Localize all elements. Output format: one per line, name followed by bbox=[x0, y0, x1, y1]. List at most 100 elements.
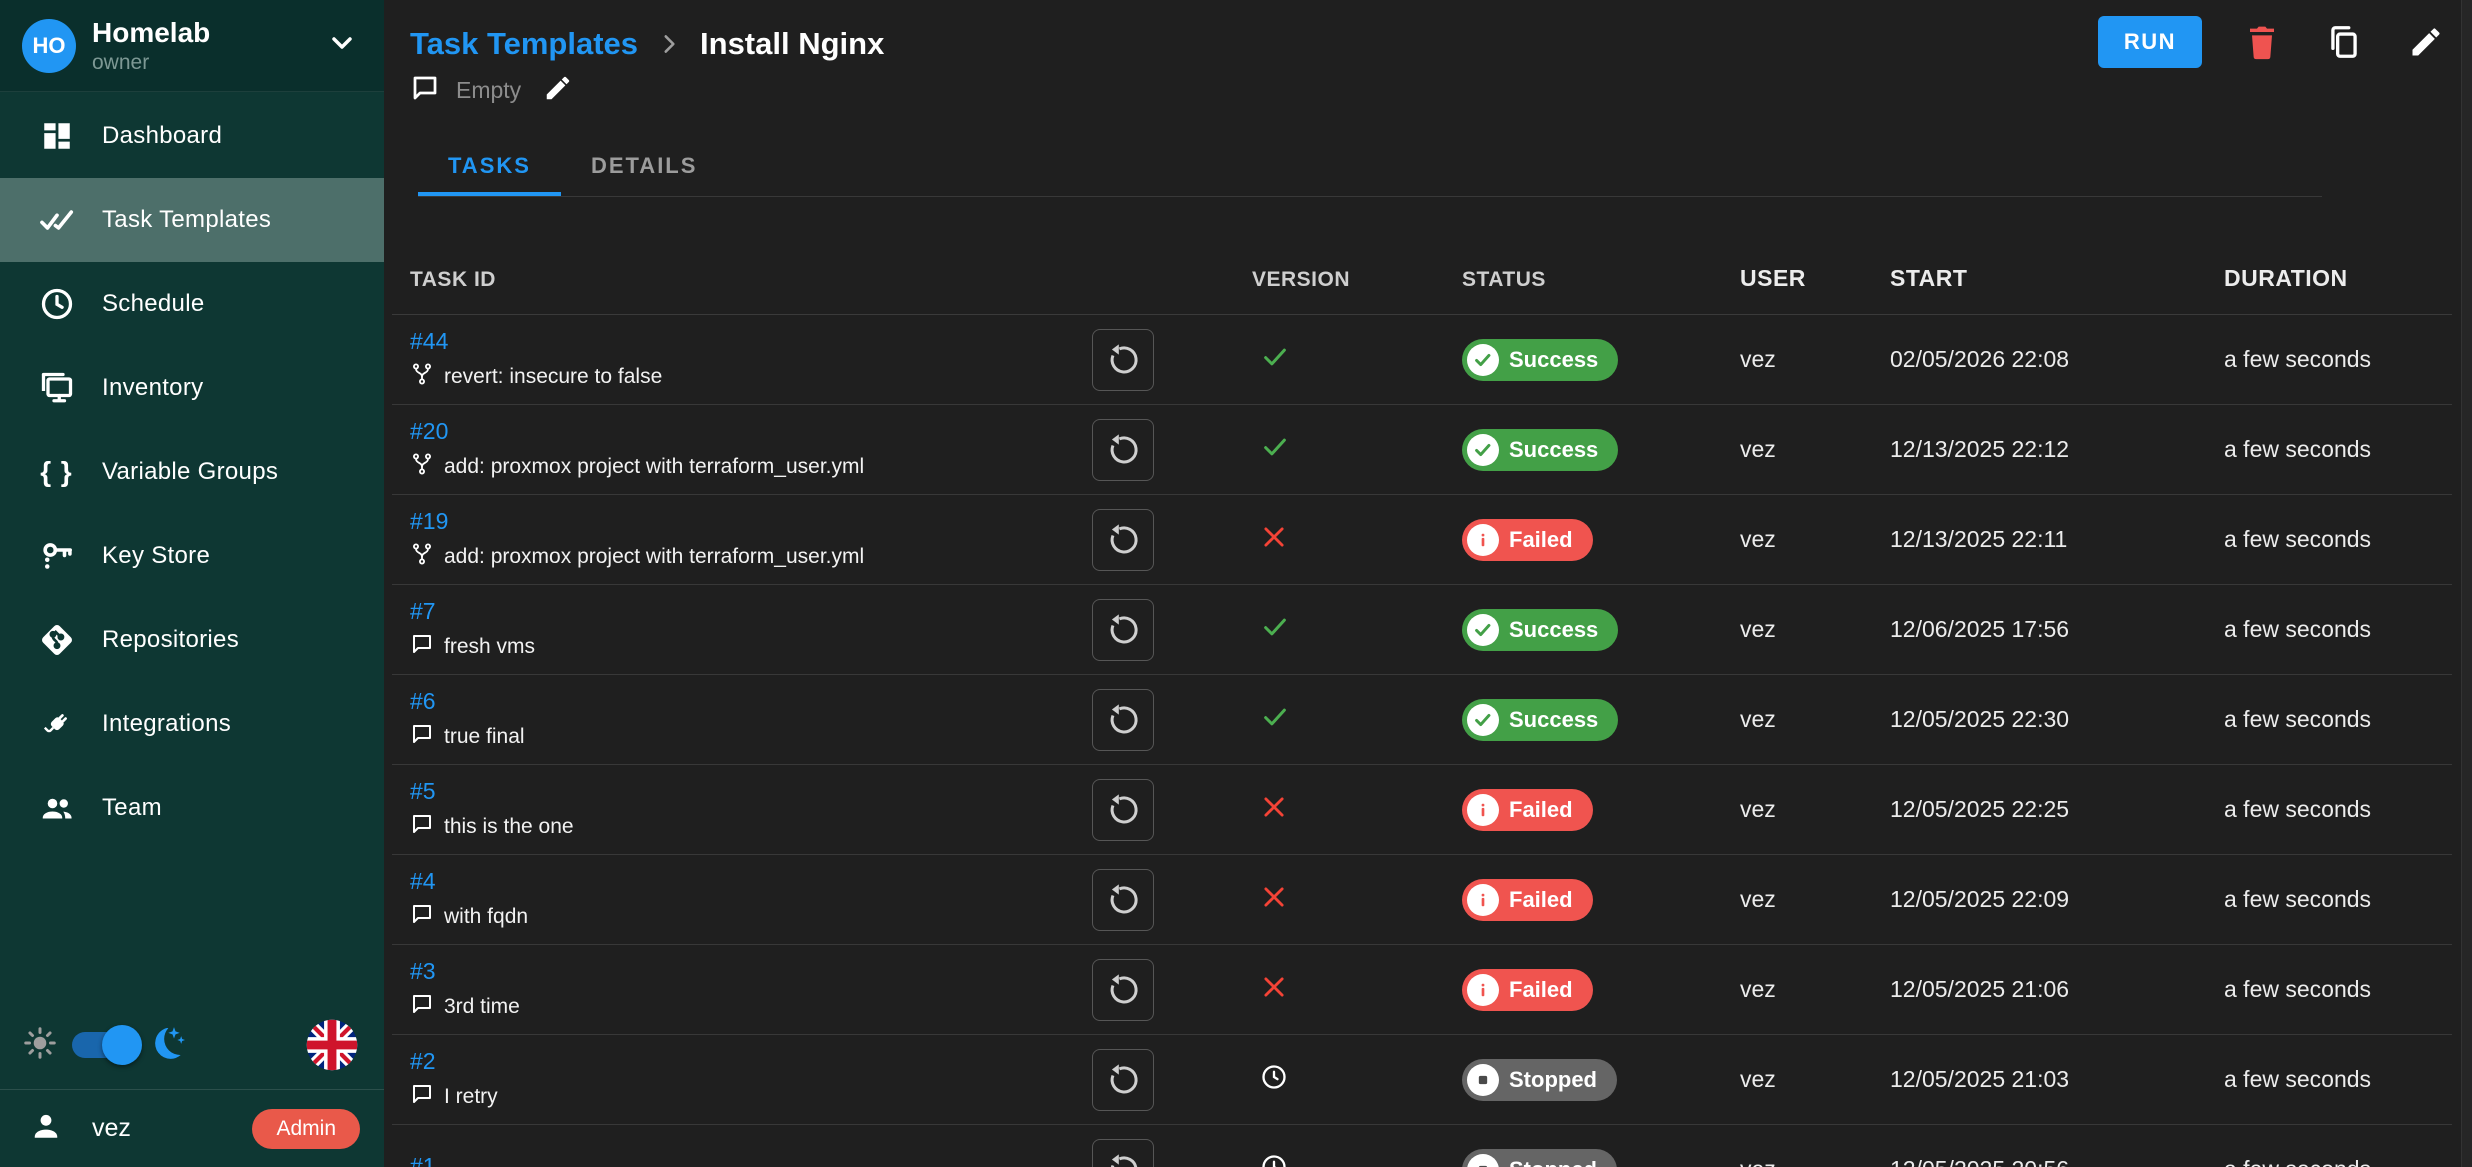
version-cell bbox=[1252, 315, 1462, 404]
status-badge-icon bbox=[1467, 974, 1499, 1006]
sidebar-item-dashboard[interactable]: Dashboard bbox=[0, 94, 384, 178]
edit-template-button[interactable] bbox=[2404, 20, 2448, 64]
rerun-task-button[interactable] bbox=[1092, 419, 1154, 481]
start-cell: 12/05/2025 21:03 bbox=[1890, 1035, 2224, 1124]
task-id-link[interactable]: #5 bbox=[410, 778, 436, 805]
task-id-cell: #5 this is the one bbox=[410, 765, 1092, 854]
task-id-cell: #1 bbox=[410, 1125, 1092, 1167]
version-fail-icon bbox=[1260, 883, 1288, 916]
version-cell bbox=[1252, 765, 1462, 854]
key-store-icon bbox=[38, 537, 76, 575]
scrollbar[interactable] bbox=[2461, 0, 2472, 1167]
sidebar-item-integrations[interactable]: Integrations bbox=[0, 682, 384, 766]
version-clock-icon bbox=[1260, 1063, 1288, 1096]
status-label: Success bbox=[1509, 707, 1598, 733]
comment-icon bbox=[410, 812, 434, 842]
tab-details[interactable]: DETAILS bbox=[561, 140, 727, 196]
schedule-icon bbox=[38, 285, 76, 323]
status-badge: Success bbox=[1462, 699, 1618, 741]
sidebar-item-schedule[interactable]: Schedule bbox=[0, 262, 384, 346]
task-history-table: TASK ID VERSION STATUS USER START DURATI… bbox=[392, 197, 2452, 1167]
duration-cell: a few seconds bbox=[2224, 495, 2452, 584]
sidebar-item-label: Schedule bbox=[102, 290, 204, 318]
version-ok-icon bbox=[1260, 342, 1290, 377]
start-cell: 02/05/2026 22:08 bbox=[1890, 315, 2224, 404]
task-id-link[interactable]: #1 bbox=[410, 1153, 436, 1167]
user-menu[interactable]: vez Admin bbox=[0, 1089, 384, 1167]
status-badge: Failed bbox=[1462, 519, 1593, 561]
tab-tasks[interactable]: TASKS bbox=[418, 140, 561, 196]
task-id-link[interactable]: #20 bbox=[410, 418, 448, 445]
language-flag-uk[interactable] bbox=[304, 1017, 360, 1073]
edit-description-icon[interactable] bbox=[543, 73, 573, 108]
status-label: Success bbox=[1509, 347, 1598, 373]
status-badge: Failed bbox=[1462, 969, 1593, 1011]
rerun-task-button[interactable] bbox=[1092, 329, 1154, 391]
sidebar-item-repositories[interactable]: Repositories bbox=[0, 598, 384, 682]
sidebar-item-inventory[interactable]: Inventory bbox=[0, 346, 384, 430]
rerun-task-button[interactable] bbox=[1092, 689, 1154, 751]
duration-cell: a few seconds bbox=[2224, 1035, 2452, 1124]
status-badge-icon bbox=[1467, 884, 1499, 916]
task-id-link[interactable]: #4 bbox=[410, 868, 436, 895]
table-row: #7 fresh vms bbox=[392, 585, 2452, 675]
inventory-icon bbox=[38, 369, 76, 407]
sidebar-item-variable-groups[interactable]: { } Variable Groups bbox=[0, 430, 384, 514]
comment-icon bbox=[410, 1082, 434, 1112]
delete-template-button[interactable] bbox=[2240, 20, 2284, 64]
commit-message: with fqdn bbox=[444, 905, 528, 929]
task-id-link[interactable]: #7 bbox=[410, 598, 436, 625]
status-label: Success bbox=[1509, 437, 1598, 463]
start-cell: 12/13/2025 22:12 bbox=[1890, 405, 2224, 494]
breadcrumb-task-templates-link[interactable]: Task Templates bbox=[410, 26, 638, 62]
task-id-cell: #2 I retry bbox=[410, 1035, 1092, 1124]
rerun-task-button[interactable] bbox=[1092, 509, 1154, 571]
status-badge-icon bbox=[1467, 1154, 1499, 1167]
chevron-down-icon bbox=[326, 27, 358, 64]
status-badge: Success bbox=[1462, 429, 1618, 471]
status-badge-icon bbox=[1467, 704, 1499, 736]
version-ok-icon bbox=[1260, 432, 1290, 467]
rerun-task-button[interactable] bbox=[1092, 869, 1154, 931]
breadcrumb: Task Templates Install Nginx bbox=[410, 20, 2322, 68]
sidebar-item-label: Repositories bbox=[102, 626, 239, 654]
version-fail-icon bbox=[1260, 523, 1288, 556]
version-cell bbox=[1252, 1035, 1462, 1124]
chevron-right-icon bbox=[656, 31, 682, 57]
commit-message: this is the one bbox=[444, 815, 574, 839]
task-id-link[interactable]: #3 bbox=[410, 958, 436, 985]
task-id-link[interactable]: #19 bbox=[410, 508, 448, 535]
rerun-task-button[interactable] bbox=[1092, 959, 1154, 1021]
task-id-link[interactable]: #6 bbox=[410, 688, 436, 715]
rerun-task-button[interactable] bbox=[1092, 779, 1154, 841]
main-content: Task Templates Install Nginx Empty RUN bbox=[384, 0, 2472, 1167]
rerun-task-button[interactable] bbox=[1092, 1049, 1154, 1111]
sidebar-item-team[interactable]: Team bbox=[0, 766, 384, 850]
task-id-cell: #7 fresh vms bbox=[410, 585, 1092, 674]
copy-template-button[interactable] bbox=[2322, 20, 2366, 64]
version-fail-icon bbox=[1260, 793, 1288, 826]
table-row: #44 revert: insecure to false bbox=[392, 315, 2452, 405]
sidebar-item-task-templates[interactable]: Task Templates bbox=[0, 178, 384, 262]
theme-switcher bbox=[0, 1001, 384, 1089]
rerun-task-button[interactable] bbox=[1092, 599, 1154, 661]
version-ok-icon bbox=[1260, 702, 1290, 737]
git-branch-icon bbox=[410, 542, 434, 572]
dark-mode-toggle[interactable] bbox=[72, 1032, 138, 1058]
task-id-cell: #3 3rd time bbox=[410, 945, 1092, 1034]
status-label: Failed bbox=[1509, 977, 1573, 1003]
sidebar-item-key-store[interactable]: Key Store bbox=[0, 514, 384, 598]
sidebar-item-label: Variable Groups bbox=[102, 458, 278, 486]
app-window: HO Homelab owner Dashboard Task Template… bbox=[0, 0, 2472, 1167]
start-cell: 12/05/2025 22:30 bbox=[1890, 675, 2224, 764]
status-badge: Failed bbox=[1462, 789, 1593, 831]
project-selector[interactable]: HO Homelab owner bbox=[0, 0, 384, 92]
repositories-icon bbox=[38, 621, 76, 659]
run-button[interactable]: RUN bbox=[2098, 16, 2202, 68]
rerun-task-button[interactable] bbox=[1092, 1139, 1154, 1167]
status-badge-icon bbox=[1467, 434, 1499, 466]
table-row: #5 this is the one bbox=[392, 765, 2452, 855]
task-id-link[interactable]: #44 bbox=[410, 328, 448, 355]
admin-role-badge: Admin bbox=[252, 1109, 360, 1149]
task-id-link[interactable]: #2 bbox=[410, 1048, 436, 1075]
